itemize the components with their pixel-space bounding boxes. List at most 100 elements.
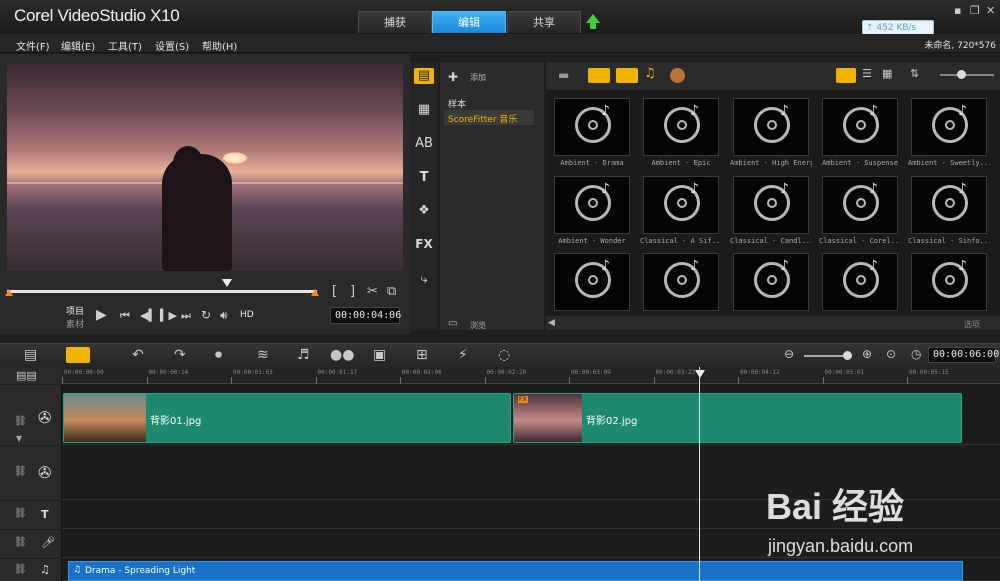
scrub-head[interactable] [222, 279, 233, 287]
options-tab[interactable]: 选项 [964, 319, 980, 330]
track-manager-icon[interactable]: ▤▤ [16, 369, 37, 382]
auto-music-icon[interactable]: ♬ [297, 347, 310, 363]
close-button[interactable]: ✕ [986, 4, 995, 17]
library-item[interactable]: ♪ [643, 253, 719, 311]
transition-icon[interactable]: AB [414, 136, 434, 152]
timeline-clip-1[interactable]: 背影01.jpg [63, 393, 511, 443]
media-icon[interactable]: ▤ [414, 68, 434, 84]
menu-help[interactable]: 帮助(H) [202, 38, 237, 53]
motion-tracking-icon[interactable]: ●● [330, 347, 354, 363]
fit-project-icon[interactable]: ⊙ [886, 347, 896, 361]
instant-project-icon[interactable]: ▦ [414, 102, 434, 118]
browse-label[interactable]: 浏览 [470, 320, 486, 331]
grid-view-icon[interactable]: ▦ [882, 67, 892, 80]
menu-edit[interactable]: 编辑(E) [61, 38, 95, 53]
library-item[interactable]: ♪ [733, 98, 809, 156]
scorefitter-icon[interactable] [670, 68, 685, 83]
timeline-clip-2[interactable]: FX 背影02.jpg [513, 393, 962, 443]
sort-icon[interactable]: ⇅ [910, 67, 919, 80]
thumbnail-size-knob[interactable] [957, 70, 966, 79]
title-lock-icon[interactable]: ⛓ [14, 508, 27, 519]
timeline-playhead-line[interactable] [699, 367, 700, 581]
browse-icon[interactable]: ▭ [448, 318, 457, 329]
path-icon[interactable]: ⤷ [414, 272, 434, 288]
timeline-view-icon[interactable] [66, 347, 90, 363]
split-icon[interactable]: ✂ [367, 284, 378, 299]
next-frame-icon[interactable]: ▍▶ [160, 309, 177, 322]
library-item[interactable]: ♪ [822, 176, 898, 234]
library-item[interactable]: ♪ [822, 98, 898, 156]
voice-lock-icon[interactable]: ⛓ [14, 537, 27, 548]
mode-project[interactable]: 项目 [66, 304, 84, 317]
upload-icon[interactable] [586, 14, 600, 23]
volume-icon[interactable]: 🔊︎ [220, 308, 228, 323]
library-item[interactable]: ♪ [911, 98, 987, 156]
thumbnail-view-icon[interactable] [836, 68, 856, 83]
show-videos-icon[interactable] [588, 68, 610, 83]
music-lock-icon[interactable]: ⛓ [14, 564, 27, 575]
subtitle-editor-icon[interactable]: ▣ [373, 347, 386, 363]
list-view-icon[interactable]: ☰ [862, 67, 872, 80]
library-item[interactable]: ♪ [911, 176, 987, 234]
time-remapping-icon[interactable]: ⚡ [458, 347, 468, 363]
undo-icon[interactable]: ↶ [132, 347, 144, 363]
multi-camera-icon[interactable]: ⊞ [416, 347, 428, 363]
tab-capture[interactable]: 捕获 [358, 11, 432, 33]
library-item[interactable]: ♪ [554, 176, 630, 234]
maximize-button[interactable]: ❐ [970, 4, 980, 17]
library-item[interactable]: ♪ [911, 253, 987, 311]
mark-in-handle[interactable] [5, 289, 13, 296]
show-audio-icon[interactable]: ♫ [644, 66, 656, 81]
library-item[interactable]: ♪ [554, 253, 630, 311]
overlay-lock-icon[interactable]: ⛓ [14, 466, 27, 477]
mask-creator-icon[interactable]: ◌ [498, 347, 510, 363]
add-icon[interactable]: ✚ [448, 70, 458, 84]
preview-timecode[interactable]: 00:00:04:06 [330, 307, 401, 324]
home-icon[interactable]: ⏮ [120, 309, 130, 323]
mark-in-icon[interactable]: [ [332, 284, 337, 299]
library-item[interactable]: ♪ [643, 98, 719, 156]
timeline-playhead-handle[interactable] [695, 370, 705, 378]
end-icon[interactable]: ⏭ [181, 309, 191, 323]
scrub-bar[interactable] [7, 290, 317, 293]
menu-tools[interactable]: 工具(T) [108, 38, 142, 53]
audio-clip[interactable]: ♫ Drama - Spreading Light [68, 561, 963, 581]
show-photos-icon[interactable] [616, 68, 638, 83]
folder-icon[interactable]: ▬ [558, 68, 569, 82]
enlarge-icon[interactable]: ⧉ [387, 284, 396, 299]
folder-scorefitter[interactable]: ScoreFitter 音乐 [448, 112, 517, 125]
library-item[interactable]: ♪ [733, 253, 809, 311]
sound-mixer-icon[interactable]: ≋ [257, 347, 269, 363]
zoom-in-icon[interactable]: ⊕ [862, 347, 872, 361]
tab-share[interactable]: 共享 [507, 11, 581, 33]
zoom-knob[interactable] [843, 351, 852, 360]
zoom-out-icon[interactable]: ⊖ [784, 347, 794, 361]
redo-icon[interactable]: ↷ [174, 347, 186, 363]
storyboard-view-icon[interactable]: ▤ [24, 347, 37, 363]
library-item[interactable]: ♪ [554, 98, 630, 156]
graphic-icon[interactable]: ❖ [414, 203, 434, 219]
preview-video[interactable] [7, 64, 403, 271]
menu-settings[interactable]: 设置(S) [155, 38, 189, 53]
link-icon[interactable]: ⛓ [14, 416, 27, 427]
menu-file[interactable]: 文件(F) [16, 38, 50, 53]
hd-toggle[interactable]: HD [240, 310, 254, 320]
previous-frame-icon[interactable]: ◀▍ [140, 309, 157, 322]
mark-out-icon[interactable]: ] [350, 284, 355, 299]
track-expand-icon[interactable]: ▼ [16, 434, 22, 443]
title-icon[interactable]: T [414, 170, 434, 186]
clock-icon[interactable]: ◷ [911, 347, 921, 361]
library-item[interactable]: ♪ [643, 176, 719, 234]
minimize-button[interactable]: ▪ [954, 4, 961, 17]
folder-samples[interactable]: 样本 [448, 97, 466, 110]
library-item[interactable]: ♪ [733, 176, 809, 234]
record-capture-icon[interactable]: ⏺ [215, 347, 222, 363]
collapse-left-icon[interactable]: ◀ [548, 318, 555, 328]
tab-edit[interactable]: 编辑 [432, 11, 506, 33]
fx-icon[interactable]: FX [414, 237, 434, 253]
thumbnail-size-slider[interactable] [940, 74, 994, 76]
library-item[interactable]: ♪ [822, 253, 898, 311]
mode-clip[interactable]: 素材 [66, 317, 84, 330]
repeat-icon[interactable]: ↻ [201, 308, 211, 322]
add-label[interactable]: 添加 [470, 72, 486, 83]
